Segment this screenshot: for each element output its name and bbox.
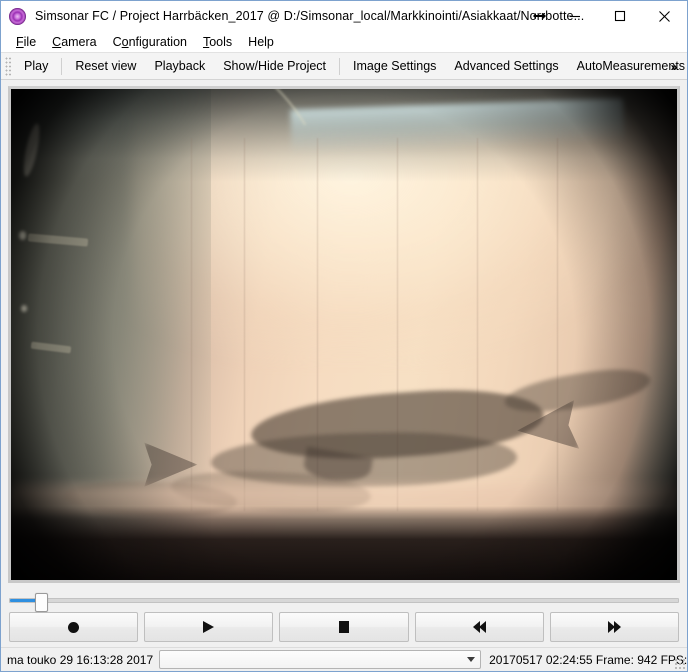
video-panel [1, 80, 687, 587]
toolbar-playback-button[interactable]: Playback [145, 55, 214, 77]
toolbar-image-settings-button[interactable]: Image Settings [344, 55, 445, 77]
window-title: Simsonar FC / Project Harrbäcken_2017 @ … [35, 9, 585, 23]
maximize-button[interactable] [597, 1, 642, 31]
stop-icon [339, 621, 349, 633]
fast-forward-button[interactable] [549, 612, 680, 642]
sonar-app-icon [9, 7, 26, 25]
chevron-down-icon [467, 657, 476, 662]
menu-configuration-prefix: C [112, 34, 122, 49]
toolbar-separator [339, 57, 341, 75]
menu-camera[interactable]: Camera [44, 33, 104, 51]
fisheye-vignette [11, 89, 677, 580]
play-button[interactable] [144, 612, 274, 642]
toolbar-show-hide-project-button[interactable]: Show/Hide Project [214, 55, 335, 77]
seek-thumb[interactable] [34, 592, 48, 612]
seek-fill [10, 598, 37, 602]
transport-controls [1, 609, 687, 647]
menu-configuration-suffix: nfiguration [128, 34, 187, 49]
menu-camera-mnemonic: C [52, 34, 62, 49]
status-playback-info: 20170517 02:24:55 Frame: 942 FPS: 0 [489, 652, 688, 667]
status-selection-combobox[interactable] [159, 650, 482, 669]
toolbar-overflow-chevron-icon[interactable]: » [665, 53, 683, 80]
stop-button[interactable] [279, 612, 409, 642]
menu-help[interactable]: Help [240, 33, 282, 51]
record-button[interactable] [9, 612, 139, 642]
resize-arrows-icon[interactable] [526, 1, 552, 31]
menu-help-label: Help [248, 34, 274, 49]
close-button[interactable] [642, 1, 687, 31]
application-window: Simsonar FC / Project Harrbäcken_2017 @ … [0, 0, 688, 672]
rewind-icon [473, 621, 487, 633]
menu-configuration[interactable]: Configuration [105, 33, 195, 51]
status-bar: ma touko 29 16:13:28 2017 20170517 02:24… [1, 647, 688, 671]
title-bar: Simsonar FC / Project Harrbäcken_2017 @ … [1, 1, 687, 31]
menu-file-mnemonic: F [16, 34, 24, 49]
menu-tools[interactable]: Tools [195, 33, 240, 51]
menu-configuration-mnemonic: o [121, 34, 129, 49]
toolbar-reset-view-button[interactable]: Reset view [66, 55, 145, 77]
toolbar-advanced-settings-button[interactable]: Advanced Settings [445, 55, 567, 77]
camera-view[interactable] [8, 86, 680, 583]
menu-file[interactable]: File [8, 33, 44, 51]
toolbar: Play Reset view Playback Show/Hide Proje… [1, 53, 687, 80]
rewind-button[interactable] [414, 612, 544, 642]
toolbar-drag-handle[interactable] [5, 56, 12, 76]
window-resize-grip[interactable] [674, 658, 685, 669]
status-local-time: ma touko 29 16:13:28 2017 [7, 652, 154, 667]
window-controls [526, 1, 687, 31]
playback-seek-row [1, 587, 687, 612]
menu-file-suffix: ile [23, 34, 37, 49]
record-icon [68, 621, 80, 633]
minimize-button[interactable] [552, 1, 597, 31]
play-icon [203, 621, 215, 633]
menu-bar: File Camera Configuration Tools Help [1, 31, 687, 53]
playback-seek-slider[interactable] [9, 592, 679, 612]
fast-forward-icon [608, 621, 622, 633]
toolbar-separator [61, 57, 63, 75]
menu-camera-suffix: amera [61, 34, 97, 49]
menu-tools-suffix: ools [209, 34, 233, 49]
toolbar-play-button[interactable]: Play [15, 55, 57, 77]
